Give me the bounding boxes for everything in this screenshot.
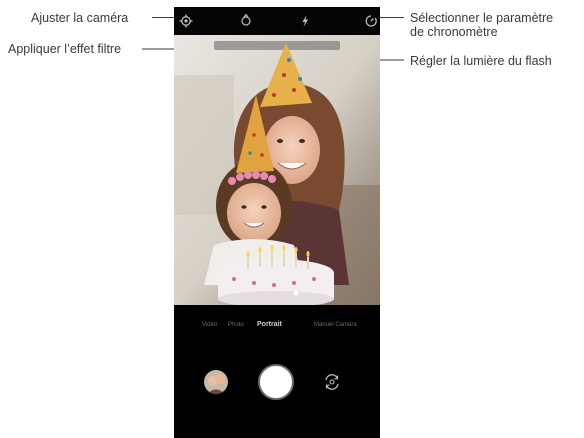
gallery-thumbnail[interactable]	[204, 370, 228, 394]
mode-portrait[interactable]: Portrait	[257, 321, 282, 328]
mode-selector: Vidéo Photo Portrait Manuel Caméra	[174, 319, 380, 333]
gallery-thumbnail-image	[204, 370, 228, 394]
callout-timer-line2: de chronomètre	[410, 25, 498, 39]
settings-icon[interactable]	[178, 13, 194, 29]
mode-manual-camera[interactable]: Manuel Caméra	[314, 322, 357, 328]
preview-photo	[174, 35, 380, 305]
timer-icon[interactable]	[363, 13, 379, 29]
callout-adjust-camera: Ajuster la caméra	[31, 11, 129, 25]
flash-icon[interactable]	[297, 13, 313, 29]
camera-top-bar	[174, 7, 380, 35]
callout-flash: Régler la lumière du flash	[410, 54, 552, 68]
camera-screen: Vidéo Photo Portrait Manuel Caméra	[174, 7, 380, 438]
switch-camera-icon[interactable]	[322, 372, 342, 392]
shutter-button[interactable]	[258, 364, 294, 400]
callout-apply-filter: Appliquer l’effet filtre	[8, 42, 122, 56]
filter-icon[interactable]	[238, 13, 254, 29]
camera-bottom-bar	[174, 347, 380, 438]
camera-preview[interactable]	[174, 35, 380, 305]
mode-video[interactable]: Vidéo	[202, 322, 217, 328]
focus-point	[293, 290, 299, 296]
callout-timer-line1: Sélectionner le paramètre	[410, 11, 554, 25]
callout-timer: Sélectionner le paramètre de chronomètre	[410, 11, 553, 39]
mode-photo[interactable]: Photo	[228, 322, 244, 328]
